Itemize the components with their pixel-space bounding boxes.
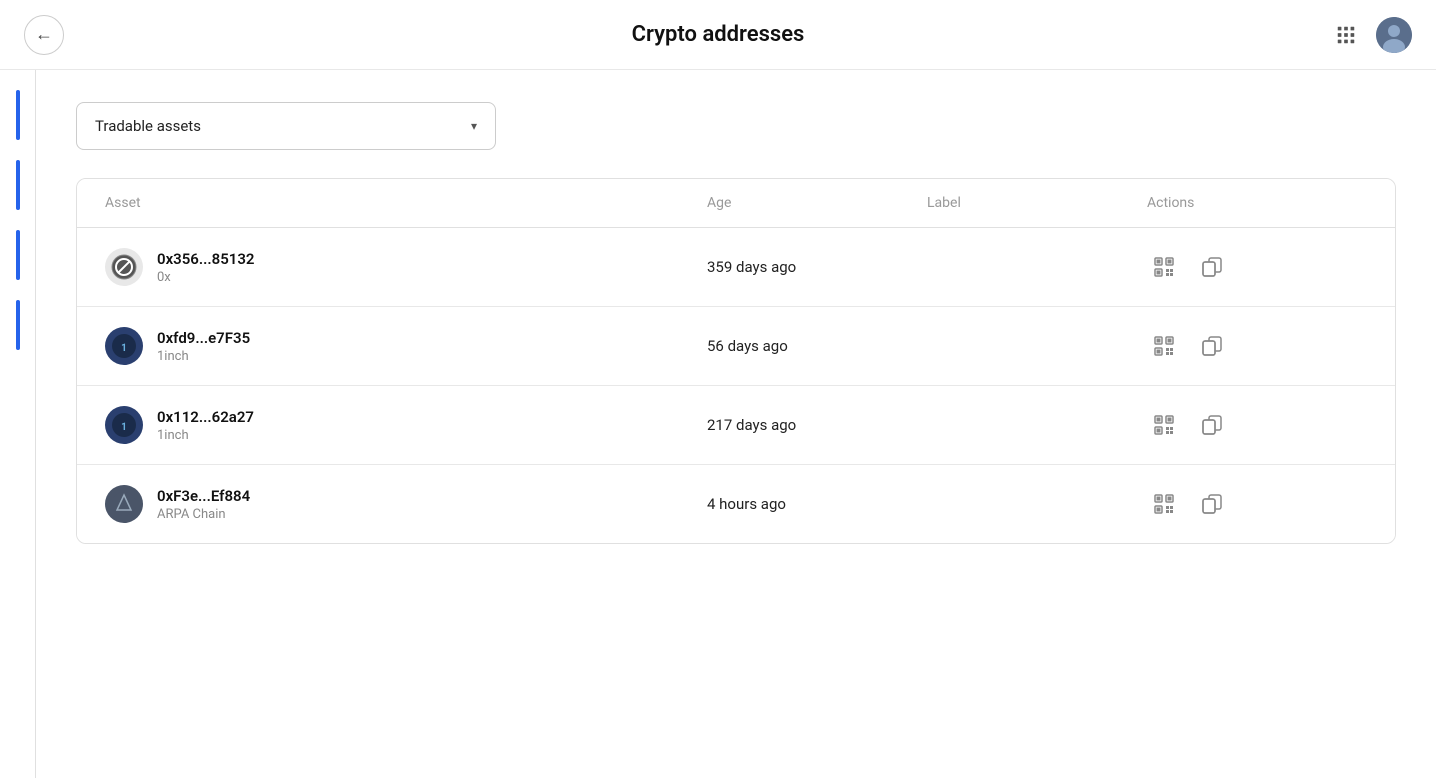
sidebar-accent-4 xyxy=(16,300,20,350)
sidebar-accent-3 xyxy=(16,230,20,280)
sidebar-accent-2 xyxy=(16,160,20,210)
asset-address-1: 0x356...85132 xyxy=(157,250,255,268)
column-label: Label xyxy=(927,195,1147,211)
asset-cell: 1 0x112...62a27 1inch xyxy=(105,406,707,444)
age-cell-3: 217 days ago xyxy=(707,416,927,434)
actions-cell-3 xyxy=(1147,408,1367,442)
actions-cell-2 xyxy=(1147,329,1367,363)
actions-cell-1 xyxy=(1147,250,1367,284)
svg-text:1: 1 xyxy=(121,343,127,354)
asset-info-4: 0xF3e...Ef884 ARPA Chain xyxy=(157,487,250,522)
age-cell-4: 4 hours ago xyxy=(707,495,927,513)
asset-network-4: ARPA Chain xyxy=(157,507,250,522)
copy-button-4[interactable] xyxy=(1195,487,1229,521)
table-row: 0xF3e...Ef884 ARPA Chain 4 hours ago xyxy=(77,465,1395,543)
qr-button-1[interactable] xyxy=(1147,250,1181,284)
grid-icon xyxy=(1335,24,1357,46)
grid-icon-button[interactable] xyxy=(1328,17,1364,53)
asset-network-2: 1inch xyxy=(157,349,250,364)
qr-code-icon xyxy=(1153,493,1175,515)
back-button[interactable]: ← xyxy=(24,15,64,55)
header: ← Crypto addresses xyxy=(0,0,1436,70)
addresses-table: Asset Age Label Actions xyxy=(76,178,1396,544)
avatar[interactable] xyxy=(1376,17,1412,53)
prohibited-icon xyxy=(110,253,138,281)
asset-icon-3: 1 xyxy=(105,406,143,444)
dropdown-container: Tradable assets ▾ xyxy=(76,102,1396,150)
chevron-down-icon: ▾ xyxy=(471,119,477,133)
asset-info-3: 0x112...62a27 1inch xyxy=(157,408,254,443)
asset-cell: 0x356...85132 0x xyxy=(105,248,707,286)
table-row: 1 0x112...62a27 1inch 217 days ago xyxy=(77,386,1395,465)
column-age: Age xyxy=(707,195,927,211)
asset-address-3: 0x112...62a27 xyxy=(157,408,254,426)
age-cell-2: 56 days ago xyxy=(707,337,927,355)
asset-cell: 1 0xfd9...e7F35 1inch xyxy=(105,327,707,365)
asset-cell: 0xF3e...Ef884 ARPA Chain xyxy=(105,485,707,523)
copy-icon xyxy=(1202,336,1222,356)
table-header: Asset Age Label Actions xyxy=(77,179,1395,228)
tradable-assets-dropdown[interactable]: Tradable assets ▾ xyxy=(76,102,496,150)
copy-button-2[interactable] xyxy=(1195,329,1229,363)
header-right xyxy=(1328,17,1412,53)
asset-info-2: 0xfd9...e7F35 1inch xyxy=(157,329,250,364)
copy-button-1[interactable] xyxy=(1195,250,1229,284)
page-title: Crypto addresses xyxy=(632,22,805,47)
asset-icon-4 xyxy=(105,485,143,523)
1inch-icon-2: 1 xyxy=(110,411,138,439)
table-row: 0x356...85132 0x 359 days ago xyxy=(77,228,1395,307)
copy-icon xyxy=(1202,494,1222,514)
avatar-icon xyxy=(1376,17,1412,53)
asset-address-2: 0xfd9...e7F35 xyxy=(157,329,250,347)
qr-button-4[interactable] xyxy=(1147,487,1181,521)
column-asset: Asset xyxy=(105,195,707,211)
qr-button-3[interactable] xyxy=(1147,408,1181,442)
actions-cell-4 xyxy=(1147,487,1367,521)
copy-icon xyxy=(1202,415,1222,435)
copy-icon xyxy=(1202,257,1222,277)
asset-info-1: 0x356...85132 0x xyxy=(157,250,255,285)
qr-code-icon xyxy=(1153,256,1175,278)
asset-icon-1 xyxy=(105,248,143,286)
asset-address-4: 0xF3e...Ef884 xyxy=(157,487,250,505)
left-sidebar xyxy=(0,70,36,778)
arpa-icon xyxy=(110,490,138,518)
asset-network-3: 1inch xyxy=(157,428,254,443)
column-actions: Actions xyxy=(1147,195,1367,211)
main-content: Tradable assets ▾ Asset Age Label Action… xyxy=(36,70,1436,778)
age-cell-1: 359 days ago xyxy=(707,258,927,276)
copy-button-3[interactable] xyxy=(1195,408,1229,442)
qr-button-2[interactable] xyxy=(1147,329,1181,363)
table-row: 1 0xfd9...e7F35 1inch 56 days ago xyxy=(77,307,1395,386)
1inch-icon: 1 xyxy=(110,332,138,360)
asset-icon-2: 1 xyxy=(105,327,143,365)
dropdown-label: Tradable assets xyxy=(95,117,201,135)
asset-network-1: 0x xyxy=(157,270,255,285)
svg-text:1: 1 xyxy=(121,422,127,433)
qr-code-icon xyxy=(1153,335,1175,357)
sidebar-accent-1 xyxy=(16,90,20,140)
layout: Tradable assets ▾ Asset Age Label Action… xyxy=(0,70,1436,778)
header-left: ← xyxy=(24,15,64,55)
qr-code-icon xyxy=(1153,414,1175,436)
